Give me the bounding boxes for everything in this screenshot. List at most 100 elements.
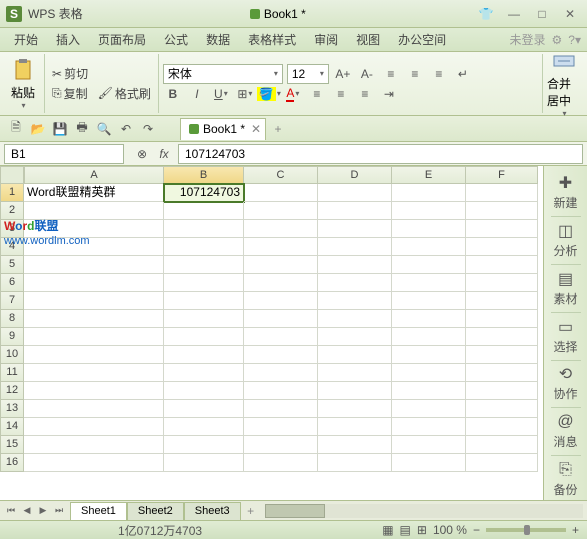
cell-E3[interactable] (392, 220, 466, 238)
sheet-nav-prev[interactable]: ◀ (20, 504, 34, 518)
cell-D10[interactable] (318, 346, 392, 364)
bold-button[interactable]: B (163, 84, 183, 104)
cell-D3[interactable] (318, 220, 392, 238)
row-header-12[interactable]: 12 (0, 382, 24, 400)
sheet-nav-last[interactable]: ⏭ (52, 504, 66, 518)
cell-A4[interactable] (24, 238, 164, 256)
row-header-10[interactable]: 10 (0, 346, 24, 364)
cell-F14[interactable] (466, 418, 538, 436)
cell-C11[interactable] (244, 364, 318, 382)
cell-E11[interactable] (392, 364, 466, 382)
row-header-14[interactable]: 14 (0, 418, 24, 436)
cell-C7[interactable] (244, 292, 318, 310)
cell-D12[interactable] (318, 382, 392, 400)
cell-E5[interactable] (392, 256, 466, 274)
cell-D14[interactable] (318, 418, 392, 436)
cell-D4[interactable] (318, 238, 392, 256)
cell-C13[interactable] (244, 400, 318, 418)
row-header-11[interactable]: 11 (0, 364, 24, 382)
cell-A14[interactable] (24, 418, 164, 436)
row-header-2[interactable]: 2 (0, 202, 24, 220)
cell-A8[interactable] (24, 310, 164, 328)
cell-A6[interactable] (24, 274, 164, 292)
row-header-7[interactable]: 7 (0, 292, 24, 310)
horizontal-scrollbar[interactable] (265, 504, 583, 518)
cell-D8[interactable] (318, 310, 392, 328)
zoom-slider[interactable] (486, 528, 566, 532)
cell-E14[interactable] (392, 418, 466, 436)
cell-C5[interactable] (244, 256, 318, 274)
cell-A9[interactable] (24, 328, 164, 346)
menu-office[interactable]: 办公空间 (390, 29, 454, 50)
cell-D9[interactable] (318, 328, 392, 346)
cell-A12[interactable] (24, 382, 164, 400)
row-header-13[interactable]: 13 (0, 400, 24, 418)
merge-center-button[interactable]: 合并居中▾ (547, 55, 581, 113)
cell-D7[interactable] (318, 292, 392, 310)
select-all-corner[interactable] (0, 166, 24, 184)
cell-E1[interactable] (392, 184, 466, 202)
qat-print-icon[interactable]: 🖶 (72, 119, 92, 139)
cell-C6[interactable] (244, 274, 318, 292)
border-button[interactable]: ⊞▾ (235, 84, 255, 104)
sheet-nav-next[interactable]: ▶ (36, 504, 50, 518)
cell-B7[interactable] (164, 292, 244, 310)
menu-data[interactable]: 数据 (198, 29, 238, 50)
zoom-value[interactable]: 100 % (433, 523, 467, 537)
spreadsheet-grid[interactable]: ABCDEF 12345678910111213141516 Word联盟精英群… (0, 166, 543, 500)
cell-C14[interactable] (244, 418, 318, 436)
view-page-icon[interactable]: ▤ (400, 523, 411, 537)
qat-undo-icon[interactable]: ↶ (116, 119, 136, 139)
help-dropdown[interactable]: ?▾ (568, 33, 581, 47)
cell-B9[interactable] (164, 328, 244, 346)
menu-formula[interactable]: 公式 (156, 29, 196, 50)
formula-input[interactable]: 107124703 (178, 144, 583, 164)
cells-area[interactable]: Word联盟精英群107124703 (24, 184, 543, 500)
cell-F7[interactable] (466, 292, 538, 310)
italic-button[interactable]: I (187, 84, 207, 104)
col-header-D[interactable]: D (318, 166, 392, 184)
decrease-font-button[interactable]: A- (357, 64, 377, 84)
cell-A15[interactable] (24, 436, 164, 454)
cell-F3[interactable] (466, 220, 538, 238)
view-break-icon[interactable]: ⊞ (417, 523, 427, 537)
font-size-combo[interactable]: 12▾ (287, 64, 329, 84)
cell-F4[interactable] (466, 238, 538, 256)
cell-A1[interactable]: Word联盟精英群 (24, 184, 164, 202)
menu-view[interactable]: 视图 (348, 29, 388, 50)
cell-A3[interactable] (24, 220, 164, 238)
cell-B12[interactable] (164, 382, 244, 400)
menu-review[interactable]: 审阅 (306, 29, 346, 50)
cell-A10[interactable] (24, 346, 164, 364)
cell-C15[interactable] (244, 436, 318, 454)
cell-D2[interactable] (318, 202, 392, 220)
cell-A2[interactable] (24, 202, 164, 220)
col-header-F[interactable]: F (466, 166, 538, 184)
sheet-nav-first[interactable]: ⏮ (4, 504, 18, 518)
cell-B5[interactable] (164, 256, 244, 274)
menu-table-style[interactable]: 表格样式 (240, 29, 304, 50)
cancel-formula-icon[interactable]: ⊗ (132, 144, 152, 164)
cell-C9[interactable] (244, 328, 318, 346)
view-normal-icon[interactable]: ▦ (382, 523, 393, 537)
cell-D11[interactable] (318, 364, 392, 382)
side-新建[interactable]: ✚新建 (546, 172, 586, 213)
cell-C10[interactable] (244, 346, 318, 364)
font-name-combo[interactable]: 宋体▾ (163, 64, 283, 84)
cell-E13[interactable] (392, 400, 466, 418)
qat-redo-icon[interactable]: ↷ (138, 119, 158, 139)
menu-layout[interactable]: 页面布局 (90, 29, 154, 50)
side-备份[interactable]: ⎘备份 (546, 459, 586, 500)
add-sheet-button[interactable]: + (241, 501, 261, 521)
col-header-E[interactable]: E (392, 166, 466, 184)
zoom-out-button[interactable]: − (473, 523, 480, 537)
cell-B13[interactable] (164, 400, 244, 418)
cell-C4[interactable] (244, 238, 318, 256)
cell-E16[interactable] (392, 454, 466, 472)
cell-B4[interactable] (164, 238, 244, 256)
fx-button[interactable]: fx (154, 144, 174, 164)
sheet-tab-Sheet1[interactable]: Sheet1 (70, 502, 127, 520)
paste-button[interactable]: 粘贴▾ (6, 55, 40, 113)
row-header-6[interactable]: 6 (0, 274, 24, 292)
skin-button[interactable]: 👕 (473, 5, 499, 23)
